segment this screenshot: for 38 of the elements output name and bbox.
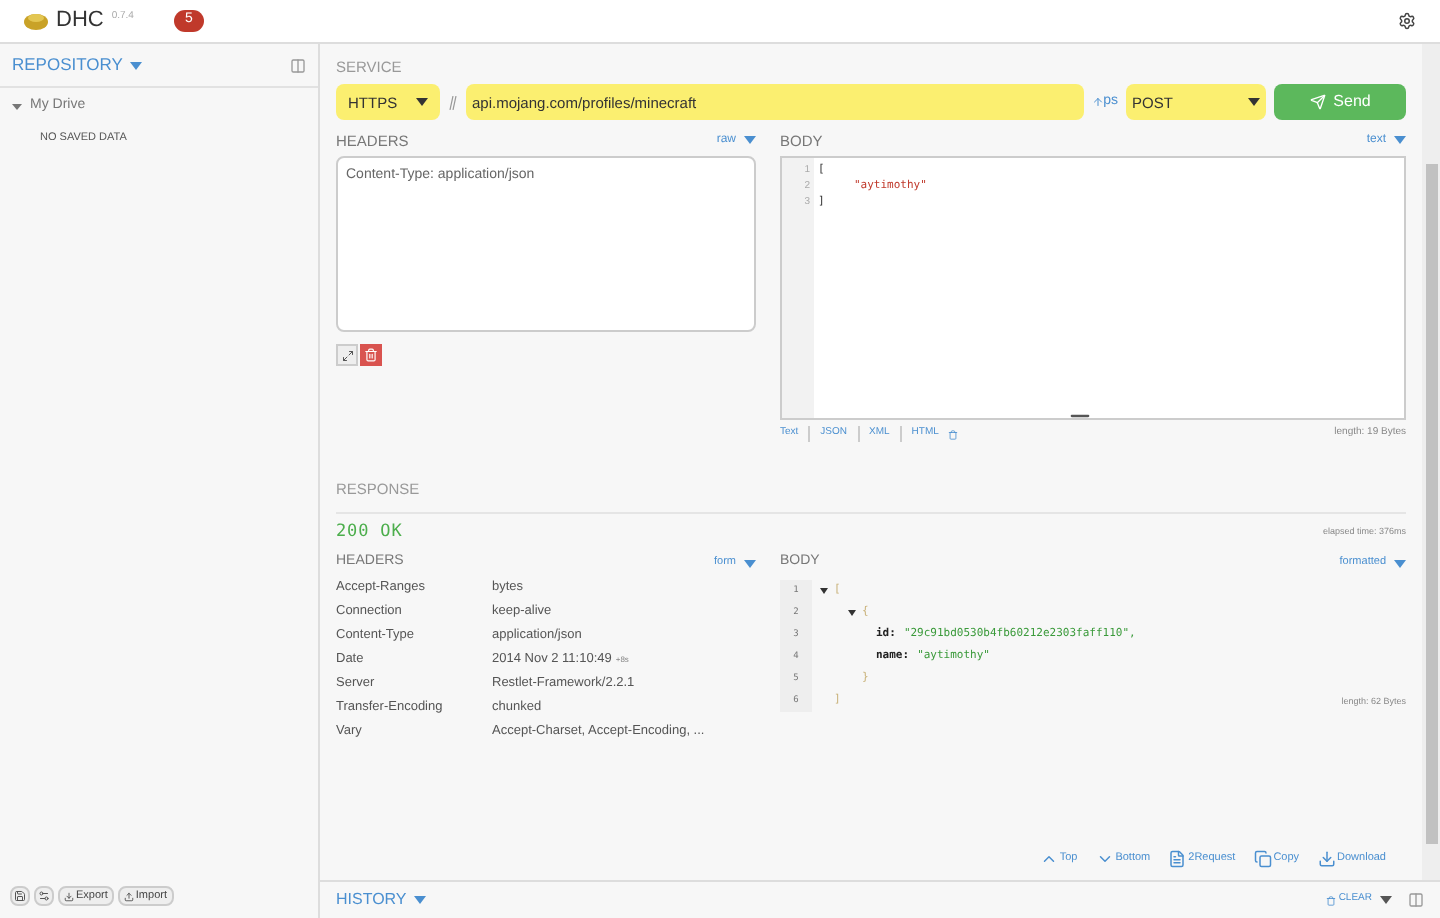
toggle-button[interactable]: [336, 344, 358, 367]
sidebar-tool-button[interactable]: [34, 886, 54, 906]
upload-icon: [123, 891, 134, 901]
download-icon: [1317, 850, 1336, 868]
send-button[interactable]: Send: [1274, 84, 1406, 121]
status-text: 200 OK: [336, 519, 403, 545]
caret-icon: [1394, 559, 1406, 567]
caret-icon: [1394, 136, 1406, 145]
history-menu[interactable]: HISTORY: [336, 888, 427, 912]
repository-menu[interactable]: REPOSITORY: [12, 52, 143, 78]
collapse-arrow-icon[interactable]: [848, 608, 856, 616]
copy-icon: [1253, 850, 1272, 868]
separator-icon: [448, 95, 458, 110]
logo-icon: [24, 12, 48, 30]
caret-icon: [416, 98, 428, 107]
caret-icon: [1248, 98, 1260, 107]
dropdown-caret-icon: [1380, 896, 1392, 904]
caret-icon: [414, 896, 427, 904]
caret-icon: [744, 559, 756, 567]
delete-button[interactable]: [360, 344, 382, 367]
save-icon: [14, 890, 26, 902]
caret-icon: [130, 61, 143, 69]
trash-icon: [364, 348, 378, 363]
expand-arrow-icon[interactable]: [12, 101, 22, 112]
collapse-arrow-icon[interactable]: [820, 586, 828, 594]
settings-icon: [38, 890, 50, 902]
trash-icon: [1326, 895, 1337, 905]
settings-icon[interactable]: [1398, 12, 1416, 30]
caret-icon: [744, 136, 756, 145]
send-icon: [1309, 94, 1326, 111]
trash-icon[interactable]: [948, 429, 959, 439]
up-arrow-icon: [1091, 96, 1104, 109]
app-title: DHC: [56, 6, 104, 37]
sidebar-tool-button[interactable]: [10, 886, 30, 906]
document-icon: [1168, 850, 1187, 868]
up-icon: [1039, 850, 1058, 868]
down-icon: [1095, 850, 1114, 868]
download-icon: [64, 891, 74, 901]
